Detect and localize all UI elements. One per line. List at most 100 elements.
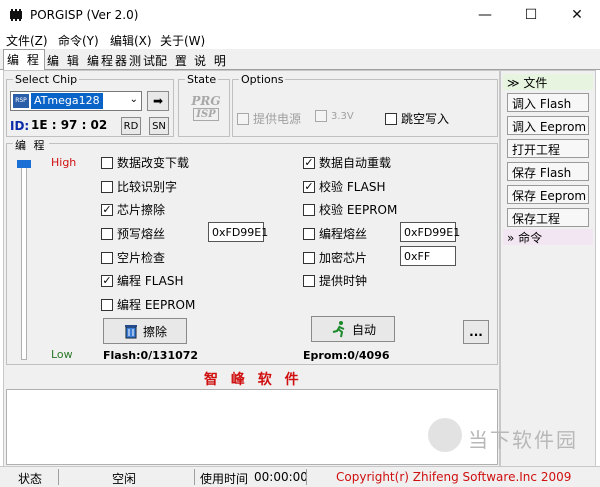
tab-config[interactable]: 配 置 <box>152 51 192 70</box>
slider-high-label: High <box>51 156 77 169</box>
command-sidebar: ≫ 文件 调入 Flash 调入 Eeprom 打开工程 保存 Flash 保存… <box>500 70 596 468</box>
verify-eeprom-label: 校验 EEPROM <box>319 203 398 217</box>
more-options-button[interactable]: ... <box>463 320 489 344</box>
lock-chip-label: 加密芯片 <box>319 251 368 265</box>
tab-help[interactable]: 说 明 <box>191 51 231 70</box>
lock-bits-value[interactable]: 0xFF <box>400 246 456 266</box>
select-chip-group: Select Chip RSP ATmega128 ⌄ ➡ ID: 1E : 9… <box>6 73 174 137</box>
watermark-logo <box>428 418 462 452</box>
menu-file[interactable]: 文件(Z) <box>6 32 48 49</box>
verify-flash-checkbox[interactable]: ✓ 校验 FLASH <box>303 178 386 195</box>
minimize-button[interactable]: — <box>462 0 508 30</box>
slider-thumb[interactable] <box>17 160 31 168</box>
menu-edit[interactable]: 编辑(X) <box>110 32 152 49</box>
status-bar: 状态 空闲 使用时间 00:00:00 Copyright(r) Zhifeng… <box>0 466 600 487</box>
select-chip-go-button[interactable]: ➡ <box>147 91 169 111</box>
erase-button[interactable]: 擦除 <box>103 318 187 344</box>
app-chip-icon <box>10 9 22 21</box>
save-flash-button[interactable]: 保存 Flash <box>507 162 589 181</box>
auto-reload-checkbox[interactable]: ✓ 数据自动重载 <box>303 154 391 171</box>
tab-edit[interactable]: 编 辑 <box>44 51 84 70</box>
check-icon: ✓ <box>303 180 315 193</box>
status-divider <box>306 469 307 485</box>
prewrite-fuse-label: 预写熔丝 <box>117 227 166 241</box>
skip-blank-label: 跳空写入 <box>401 112 450 126</box>
watermark-text: 当下软件园 <box>468 428 578 452</box>
menu-command[interactable]: 命令(Y) <box>58 32 99 49</box>
running-man-icon <box>332 321 345 338</box>
load-eeprom-button[interactable]: 调入 Eeprom <box>507 116 589 135</box>
serial-number-button[interactable]: SN <box>149 117 169 135</box>
erase-label: 擦除 <box>142 324 167 339</box>
chip-erase-checkbox[interactable]: ✓ 芯片擦除 <box>101 201 165 218</box>
check-icon: ✓ <box>101 203 113 216</box>
chevron-down-icon: ⌄ <box>129 94 138 105</box>
download-on-change-label: 数据改变下载 <box>117 156 190 170</box>
flash-counter: Flash:0/131072 <box>103 349 199 362</box>
logo-isp: ISP <box>193 108 219 121</box>
slider-low-label: Low <box>51 348 73 361</box>
save-project-button[interactable]: 保存工程 <box>507 208 589 227</box>
chip-select[interactable]: RSP ATmega128 ⌄ <box>10 91 142 111</box>
options-group: Options 提供电源 3.3V 跳空写入 <box>232 73 498 137</box>
check-icon: ✓ <box>303 156 315 169</box>
command-section-label: 命令 <box>518 231 543 245</box>
auto-button[interactable]: 自动 <box>311 316 395 342</box>
program-fuse-value[interactable]: 0xFD99E1 <box>400 222 460 242</box>
check-icon: ✓ <box>101 274 113 287</box>
save-eeprom-button[interactable]: 保存 Eeprom <box>507 185 589 204</box>
provide-clock-label: 提供时钟 <box>319 274 368 288</box>
file-section-header[interactable]: ≫ 文件 <box>503 74 593 90</box>
prg-isp-logo: PRG ISP <box>189 94 223 130</box>
blank-check-checkbox[interactable]: 空片检查 <box>101 249 165 266</box>
program-flash-checkbox[interactable]: ✓ 编程 FLASH <box>101 272 184 289</box>
skip-blank-checkbox[interactable]: 跳空写入 <box>385 110 449 127</box>
elapsed-time-value: 00:00:00 <box>254 470 308 484</box>
status-divider <box>194 469 195 485</box>
auto-reload-label: 数据自动重载 <box>319 156 392 170</box>
log-area[interactable] <box>6 389 498 465</box>
collapse-icon: ≫ <box>507 76 524 90</box>
program-flash-label: 编程 FLASH <box>117 274 184 288</box>
expand-icon: » <box>507 231 519 245</box>
open-project-button[interactable]: 打开工程 <box>507 139 589 158</box>
power-checkbox[interactable]: 提供电源 <box>237 110 301 127</box>
verify-eeprom-checkbox[interactable]: 校验 EEPROM <box>303 201 397 218</box>
status-divider <box>58 469 59 485</box>
chip-selected-value: ATmega128 <box>31 93 103 109</box>
select-chip-label: Select Chip <box>13 73 80 86</box>
command-section-header[interactable]: » 命令 <box>503 229 593 245</box>
company-name: 智 峰 软 件 <box>204 372 303 388</box>
auto-label: 自动 <box>351 322 376 337</box>
compare-signature-checkbox[interactable]: 比较识别字 <box>101 178 177 195</box>
window-title: PORGISP (Ver 2.0) <box>30 8 139 22</box>
elapsed-time-label: 使用时间 <box>200 472 249 486</box>
program-fuse-checkbox[interactable]: 编程熔丝 <box>303 225 367 242</box>
status-value: 空闲 <box>112 472 137 486</box>
state-label: State <box>185 73 219 86</box>
menu-about[interactable]: 关于(W) <box>160 32 205 49</box>
copyright-text: Copyright(r) Zhifeng Software.Inc 2009 <box>336 470 572 484</box>
3v3-checkbox[interactable]: 3.3V <box>315 110 354 122</box>
chip-erase-label: 芯片擦除 <box>117 203 166 217</box>
chip-icon: RSP <box>13 94 29 108</box>
read-id-button[interactable]: RD <box>121 117 141 135</box>
tab-program[interactable]: 编 程 <box>3 49 45 71</box>
main-panel: Select Chip RSP ATmega128 ⌄ ➡ ID: 1E : 9… <box>3 70 500 468</box>
prewrite-fuse-checkbox[interactable]: 预写熔丝 <box>101 225 165 242</box>
maximize-button[interactable]: ☐ <box>508 0 554 30</box>
lock-chip-checkbox[interactable]: 加密芯片 <box>303 249 367 266</box>
eprom-counter: Eprom:0/4096 <box>303 349 390 362</box>
program-eeprom-checkbox[interactable]: 编程 EEPROM <box>101 296 195 313</box>
logo-prg: PRG <box>191 94 221 108</box>
program-group: 编 程 High Low 数据改变下载 比较识别字 ✓ 芯片擦除 预写熔丝 空片检… <box>6 137 498 365</box>
provide-clock-checkbox[interactable]: 提供时钟 <box>303 272 367 289</box>
load-flash-button[interactable]: 调入 Flash <box>507 93 589 112</box>
download-on-change-checkbox[interactable]: 数据改变下载 <box>101 154 189 171</box>
close-button[interactable]: ✕ <box>554 0 600 30</box>
tab-strip: 编 程 编 辑 编程器测试 配 置 说 明 <box>0 49 600 71</box>
power-label: 提供电源 <box>253 112 302 126</box>
tab-tester[interactable]: 编程器测试 <box>84 51 160 70</box>
speed-slider[interactable] <box>15 150 37 362</box>
prewrite-fuse-value[interactable]: 0xFD99E1 <box>208 222 268 242</box>
